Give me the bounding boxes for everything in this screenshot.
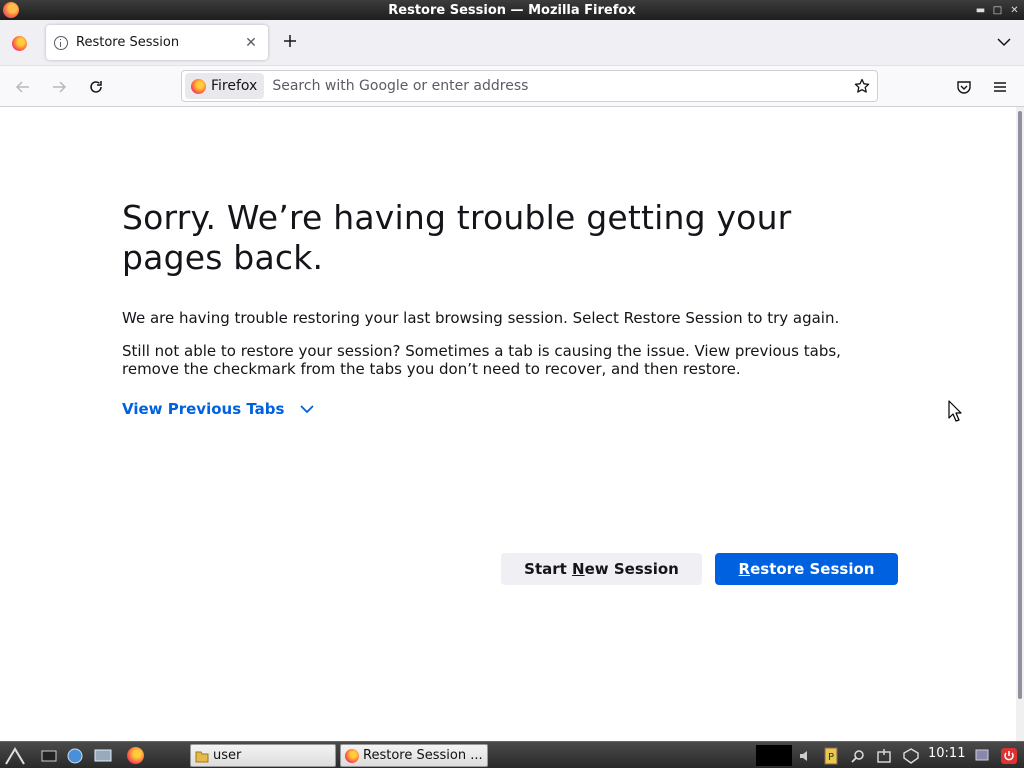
pocket-icon <box>957 81 971 94</box>
firefox-app-icon[interactable] <box>3 2 19 18</box>
clipboard-icon[interactable]: P <box>821 745 841 766</box>
power-icon[interactable] <box>999 745 1019 766</box>
pocket-button[interactable] <box>951 74 977 100</box>
firefox-logo-icon <box>11 35 27 51</box>
terminal-launcher-icon[interactable] <box>38 745 60 766</box>
restore-session-button[interactable]: Restore Session <box>715 553 898 585</box>
mouse-cursor-icon <box>948 400 962 422</box>
error-description: We are having trouble restoring your las… <box>122 309 840 327</box>
back-button[interactable] <box>10 74 36 100</box>
forward-arrow-icon <box>53 81 67 93</box>
navigation-toolbar: Firefox <box>0 66 1024 107</box>
new-tab-button[interactable] <box>279 32 301 54</box>
scrollbar-thumb[interactable] <box>1018 111 1022 699</box>
package-manager-icon[interactable] <box>874 745 894 766</box>
identity-box[interactable]: Firefox <box>185 73 265 99</box>
clock[interactable]: 10:11 <box>928 746 965 761</box>
restore-session-content: Sorry. We’re having trouble getting your… <box>122 198 902 585</box>
tab-restore-session[interactable]: Restore Session ✕ <box>46 25 268 60</box>
view-previous-tabs-toggle[interactable]: View Previous Tabs <box>122 400 902 418</box>
maximize-icon[interactable]: □ <box>992 5 1003 16</box>
action-buttons: Start New Session Restore Session <box>122 553 898 585</box>
back-arrow-icon <box>15 81 29 93</box>
page-scrollbar[interactable] <box>1016 107 1024 741</box>
cpu-monitor-widget <box>756 745 792 766</box>
view-previous-tabs-label: View Previous Tabs <box>122 400 285 418</box>
page-title: Sorry. We’re having trouble getting your… <box>122 198 792 277</box>
search-icon[interactable] <box>848 745 868 766</box>
window-controls: ▬ □ ✕ <box>975 0 1020 20</box>
hamburger-menu-icon <box>994 82 1006 92</box>
address-input[interactable] <box>264 78 847 94</box>
plus-icon <box>284 35 296 47</box>
app-menu-button[interactable] <box>987 74 1013 100</box>
forward-button[interactable] <box>46 74 72 100</box>
firefox-view-button[interactable] <box>6 30 32 56</box>
close-tab-icon[interactable]: ✕ <box>242 35 260 51</box>
star-icon <box>854 78 870 93</box>
folder-icon <box>195 751 209 762</box>
info-icon <box>54 35 68 50</box>
firefox-logo-icon <box>191 78 206 94</box>
identity-label: Firefox <box>211 78 258 94</box>
taskbar-item-label: user <box>213 748 242 763</box>
chevron-down-icon <box>997 38 1011 47</box>
network-status-icon[interactable] <box>900 745 922 766</box>
url-bar[interactable]: Firefox <box>181 70 878 102</box>
tab-strip: Restore Session ✕ <box>0 20 1024 66</box>
chevron-down-icon <box>300 405 315 414</box>
network-launcher-icon[interactable] <box>64 745 86 766</box>
error-hint: Still not able to restore your session? … <box>122 342 841 378</box>
minimize-icon[interactable]: ▬ <box>975 5 986 16</box>
tab-title: Restore Session <box>76 35 180 50</box>
firefox-logo-icon <box>345 748 359 763</box>
show-desktop-icon[interactable] <box>92 745 114 766</box>
close-window-icon[interactable]: ✕ <box>1009 5 1020 16</box>
window-title: Restore Session — Mozilla Firefox <box>388 2 636 18</box>
list-all-tabs-button[interactable] <box>996 34 1012 50</box>
svg-text:P: P <box>828 752 834 763</box>
user-switch-icon[interactable] <box>972 745 992 766</box>
start-menu-icon[interactable] <box>4 745 26 766</box>
start-new-session-button[interactable]: Start New Session <box>501 553 702 585</box>
taskbar-item-restore-session[interactable]: Restore Session ... <box>340 744 488 767</box>
reload-button[interactable] <box>83 74 109 100</box>
system-taskbar: user Restore Session ... P 10:11 <box>0 741 1024 768</box>
volume-icon[interactable] <box>796 745 816 766</box>
reload-icon <box>90 81 102 93</box>
taskbar-item-label: Restore Session ... <box>363 748 483 763</box>
taskbar-item-user[interactable]: user <box>190 744 336 767</box>
window-titlebar: Restore Session — Mozilla Firefox ▬ □ ✕ <box>0 0 1024 20</box>
firefox-launcher-icon[interactable] <box>124 745 146 766</box>
bookmark-star-button[interactable] <box>847 73 877 99</box>
